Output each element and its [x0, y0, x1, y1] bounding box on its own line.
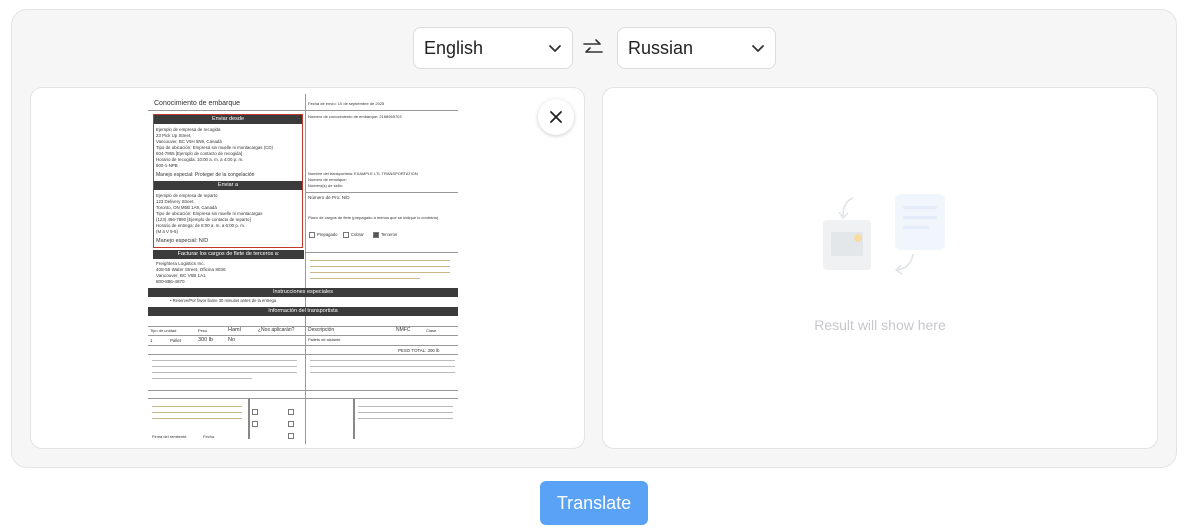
document-preview: Conocimiento de embarque Fecha de envío:…	[148, 94, 458, 444]
charge-checkbox	[343, 232, 349, 238]
carrier-cell: No	[228, 337, 236, 343]
close-icon	[550, 111, 562, 123]
ship-from-line: 604-7865 [Ejemplo de contacto de recogid…	[156, 151, 243, 156]
carrier-col: Descripción	[308, 327, 335, 333]
carrier-info-header: Información del transportista	[148, 307, 458, 316]
charge-option: Prepagado	[317, 232, 338, 237]
carrier-col: NMFC	[396, 327, 411, 333]
translate-button[interactable]: Translate	[540, 481, 648, 525]
carrier-cell: Pallet	[170, 338, 181, 343]
ship-from-line: 800-1-NPB	[156, 163, 178, 168]
special-instructions-header: Instrucciones especiales	[148, 288, 458, 297]
swap-languages-icon[interactable]	[581, 36, 605, 60]
charge-option: Terceros	[381, 232, 398, 237]
source-language-label: English	[424, 37, 484, 58]
target-language-label: Russian	[628, 37, 694, 58]
ship-from-line: Horario de recogida: 10:00 a. m. a 4:00 …	[156, 157, 244, 162]
ship-to-line: 123 Delivery Street,	[156, 199, 195, 204]
target-language-select[interactable]: Russian	[617, 27, 776, 69]
source-document-card: Conocimiento de embarque Fecha de envío:…	[30, 87, 585, 449]
chevron-down-icon	[549, 45, 561, 52]
doc-title: Conocimiento de embarque	[154, 100, 240, 107]
ship-to-line: Toronto, ON M5B 1A9, Canadá	[156, 205, 217, 210]
freight-header: Facturar los cargos de flete de terceros…	[153, 250, 304, 259]
carrier-cell: 300 lb	[198, 337, 213, 343]
ship-to-line: (M a V 9-5)	[156, 229, 178, 234]
load-checkbox	[252, 421, 258, 427]
ship-from-line: Vancouver, BC V5H 5N9, Canadá	[156, 139, 222, 144]
ship-to-line: (123) 456-7890 [Ejemplo de contacto de r…	[156, 217, 251, 222]
freight-line: 408-55 Water Street, Oficina 8036	[156, 267, 226, 272]
ship-from-special: Manejo especial: Proteger de la congelac…	[156, 172, 255, 178]
charge-checkbox	[373, 232, 379, 238]
result-placeholder: Result will show here	[814, 317, 946, 333]
carrier-col: Haml	[228, 327, 241, 333]
carrier-col: ¿Nos aplicarán?	[258, 327, 295, 333]
ship-from-line: 23 Pick Up Street,	[156, 133, 192, 138]
carrier-col: Tipo de unidad	[150, 328, 177, 333]
special-instructions-line: • Reserve/Por favor llame 30 minutos ant…	[170, 298, 277, 303]
doc-bol-number: Número de conocimiento de embarque: 2168…	[308, 114, 402, 119]
charge-checkbox	[309, 232, 315, 238]
remove-document-button[interactable]	[538, 99, 574, 135]
ship-to-line: Ejemplo de empresa de reparto	[156, 193, 218, 198]
source-language-select[interactable]: English	[413, 27, 573, 69]
carrier-cell: Pallets de aislante	[308, 337, 341, 342]
doc-date: Fecha de envío: 10 de septiembre de 2025	[308, 101, 385, 106]
load-checkbox	[252, 409, 258, 415]
ship-from-header: Enviar desde	[154, 115, 302, 124]
load-checkbox	[288, 433, 294, 439]
carrier-cell: 1	[150, 338, 153, 343]
document-translate-illustration	[823, 194, 945, 275]
result-card: Result will show here	[602, 87, 1158, 449]
freight-terms: Plazo de cargos de flete (prepagado a me…	[308, 215, 439, 220]
load-checkbox	[288, 409, 294, 415]
signature-label: Firma del remitente	[152, 434, 187, 439]
seal-number: Número(s) de sello:	[308, 183, 343, 188]
freight-line: Vancouver, BC V6B 1A1	[156, 273, 206, 278]
ship-from-line: Ejemplo de empresa de recogida	[156, 127, 221, 132]
pro-number: Número de Pro: N/D	[308, 195, 350, 200]
ship-to-special: Manejo especial: N/D	[156, 238, 209, 244]
translator-panel: English Russian Conocimiento de embarque…	[11, 9, 1177, 468]
charge-option: Cobrar	[351, 232, 364, 237]
load-checkbox	[288, 421, 294, 427]
ship-to-line: Tipo de ubicación: Empresa sin muelle ni…	[156, 211, 263, 216]
ship-to-line: Horario de entrega: de 8:00 a. m. a 6:00…	[156, 223, 246, 228]
ship-to-header: Enviar a	[154, 181, 302, 190]
carrier-col: Peso	[198, 328, 208, 333]
date-label: Fecha	[203, 434, 215, 439]
chevron-down-icon	[752, 45, 764, 52]
ship-from-line: Tipo de ubicación: Empresa sin muelle ni…	[156, 145, 273, 150]
freight-line: 800-886-4870	[156, 279, 185, 284]
freight-line: Freightera Logistics Inc.	[156, 261, 205, 266]
total-weight: PESO TOTAL: 300 lb	[398, 348, 440, 353]
carrier-name: Nombre del transportista: EXAMPLE LTL TR…	[308, 171, 418, 176]
trailer-number: Número de remolque:	[308, 177, 347, 182]
carrier-col: Clase	[426, 328, 437, 333]
